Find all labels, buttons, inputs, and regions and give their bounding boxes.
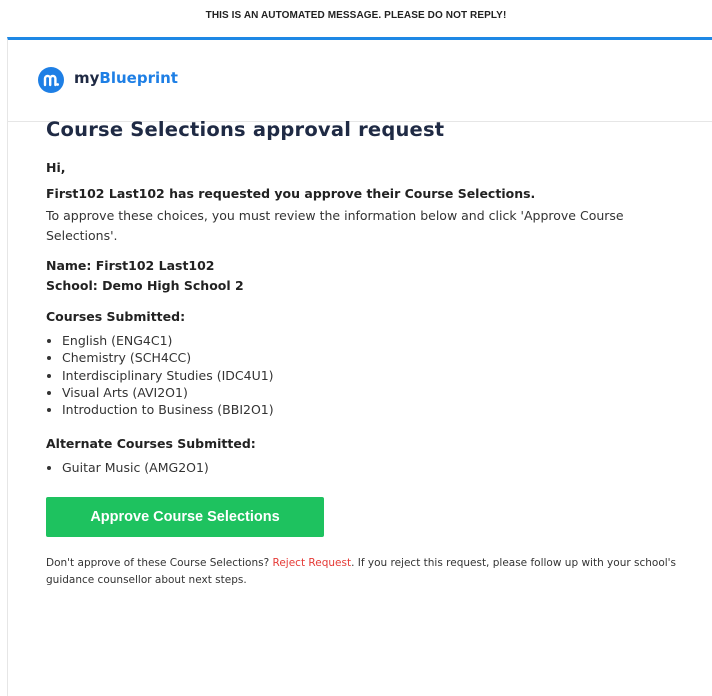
list-item: Visual Arts (AVI2O1) (62, 384, 686, 401)
request-line: First102 Last102 has requested you appro… (46, 186, 536, 201)
myblueprint-logo-icon (38, 67, 64, 93)
brand-prefix: my (74, 69, 100, 87)
instructions: To approve these choices, you must revie… (46, 208, 624, 243)
email-title: Course Selections approval request (46, 118, 445, 141)
list-item: Interdisciplinary Studies (IDC4U1) (62, 367, 686, 384)
courses-heading: Courses Submitted: (46, 309, 186, 324)
student-name: Name: First102 Last102 (46, 258, 215, 273)
list-item: Chemistry (SCH4CC) (62, 349, 686, 366)
greeting: Hi, (46, 160, 66, 175)
school-name: School: Demo High School 2 (46, 278, 244, 293)
list-item: Introduction to Business (BBI2O1) (62, 401, 686, 418)
automated-message-notice: THIS IS AN AUTOMATED MESSAGE. PLEASE DO … (205, 10, 507, 21)
alternates-list: Guitar Music (AMG2O1) (46, 459, 686, 476)
list-item: Guitar Music (AMG2O1) (62, 459, 686, 476)
email-header: myBlueprint (8, 40, 712, 122)
footer-question: Don't approve of these Course Selections… (46, 556, 273, 569)
email-body: Course Selections approval request Hi, F… (46, 118, 686, 589)
courses-list: English (ENG4C1) Chemistry (SCH4CC) Inte… (46, 332, 686, 418)
approve-button[interactable]: Approve Course Selections (46, 496, 324, 537)
footer-text: Don't approve of these Course Selections… (46, 555, 686, 589)
list-item: English (ENG4C1) (62, 332, 686, 349)
reject-request-link[interactable]: Reject Request (273, 557, 352, 569)
alternates-heading: Alternate Courses Submitted: (46, 436, 256, 452)
brand-word: Blueprint (99, 69, 178, 87)
brand-name: myBlueprint (74, 69, 178, 87)
